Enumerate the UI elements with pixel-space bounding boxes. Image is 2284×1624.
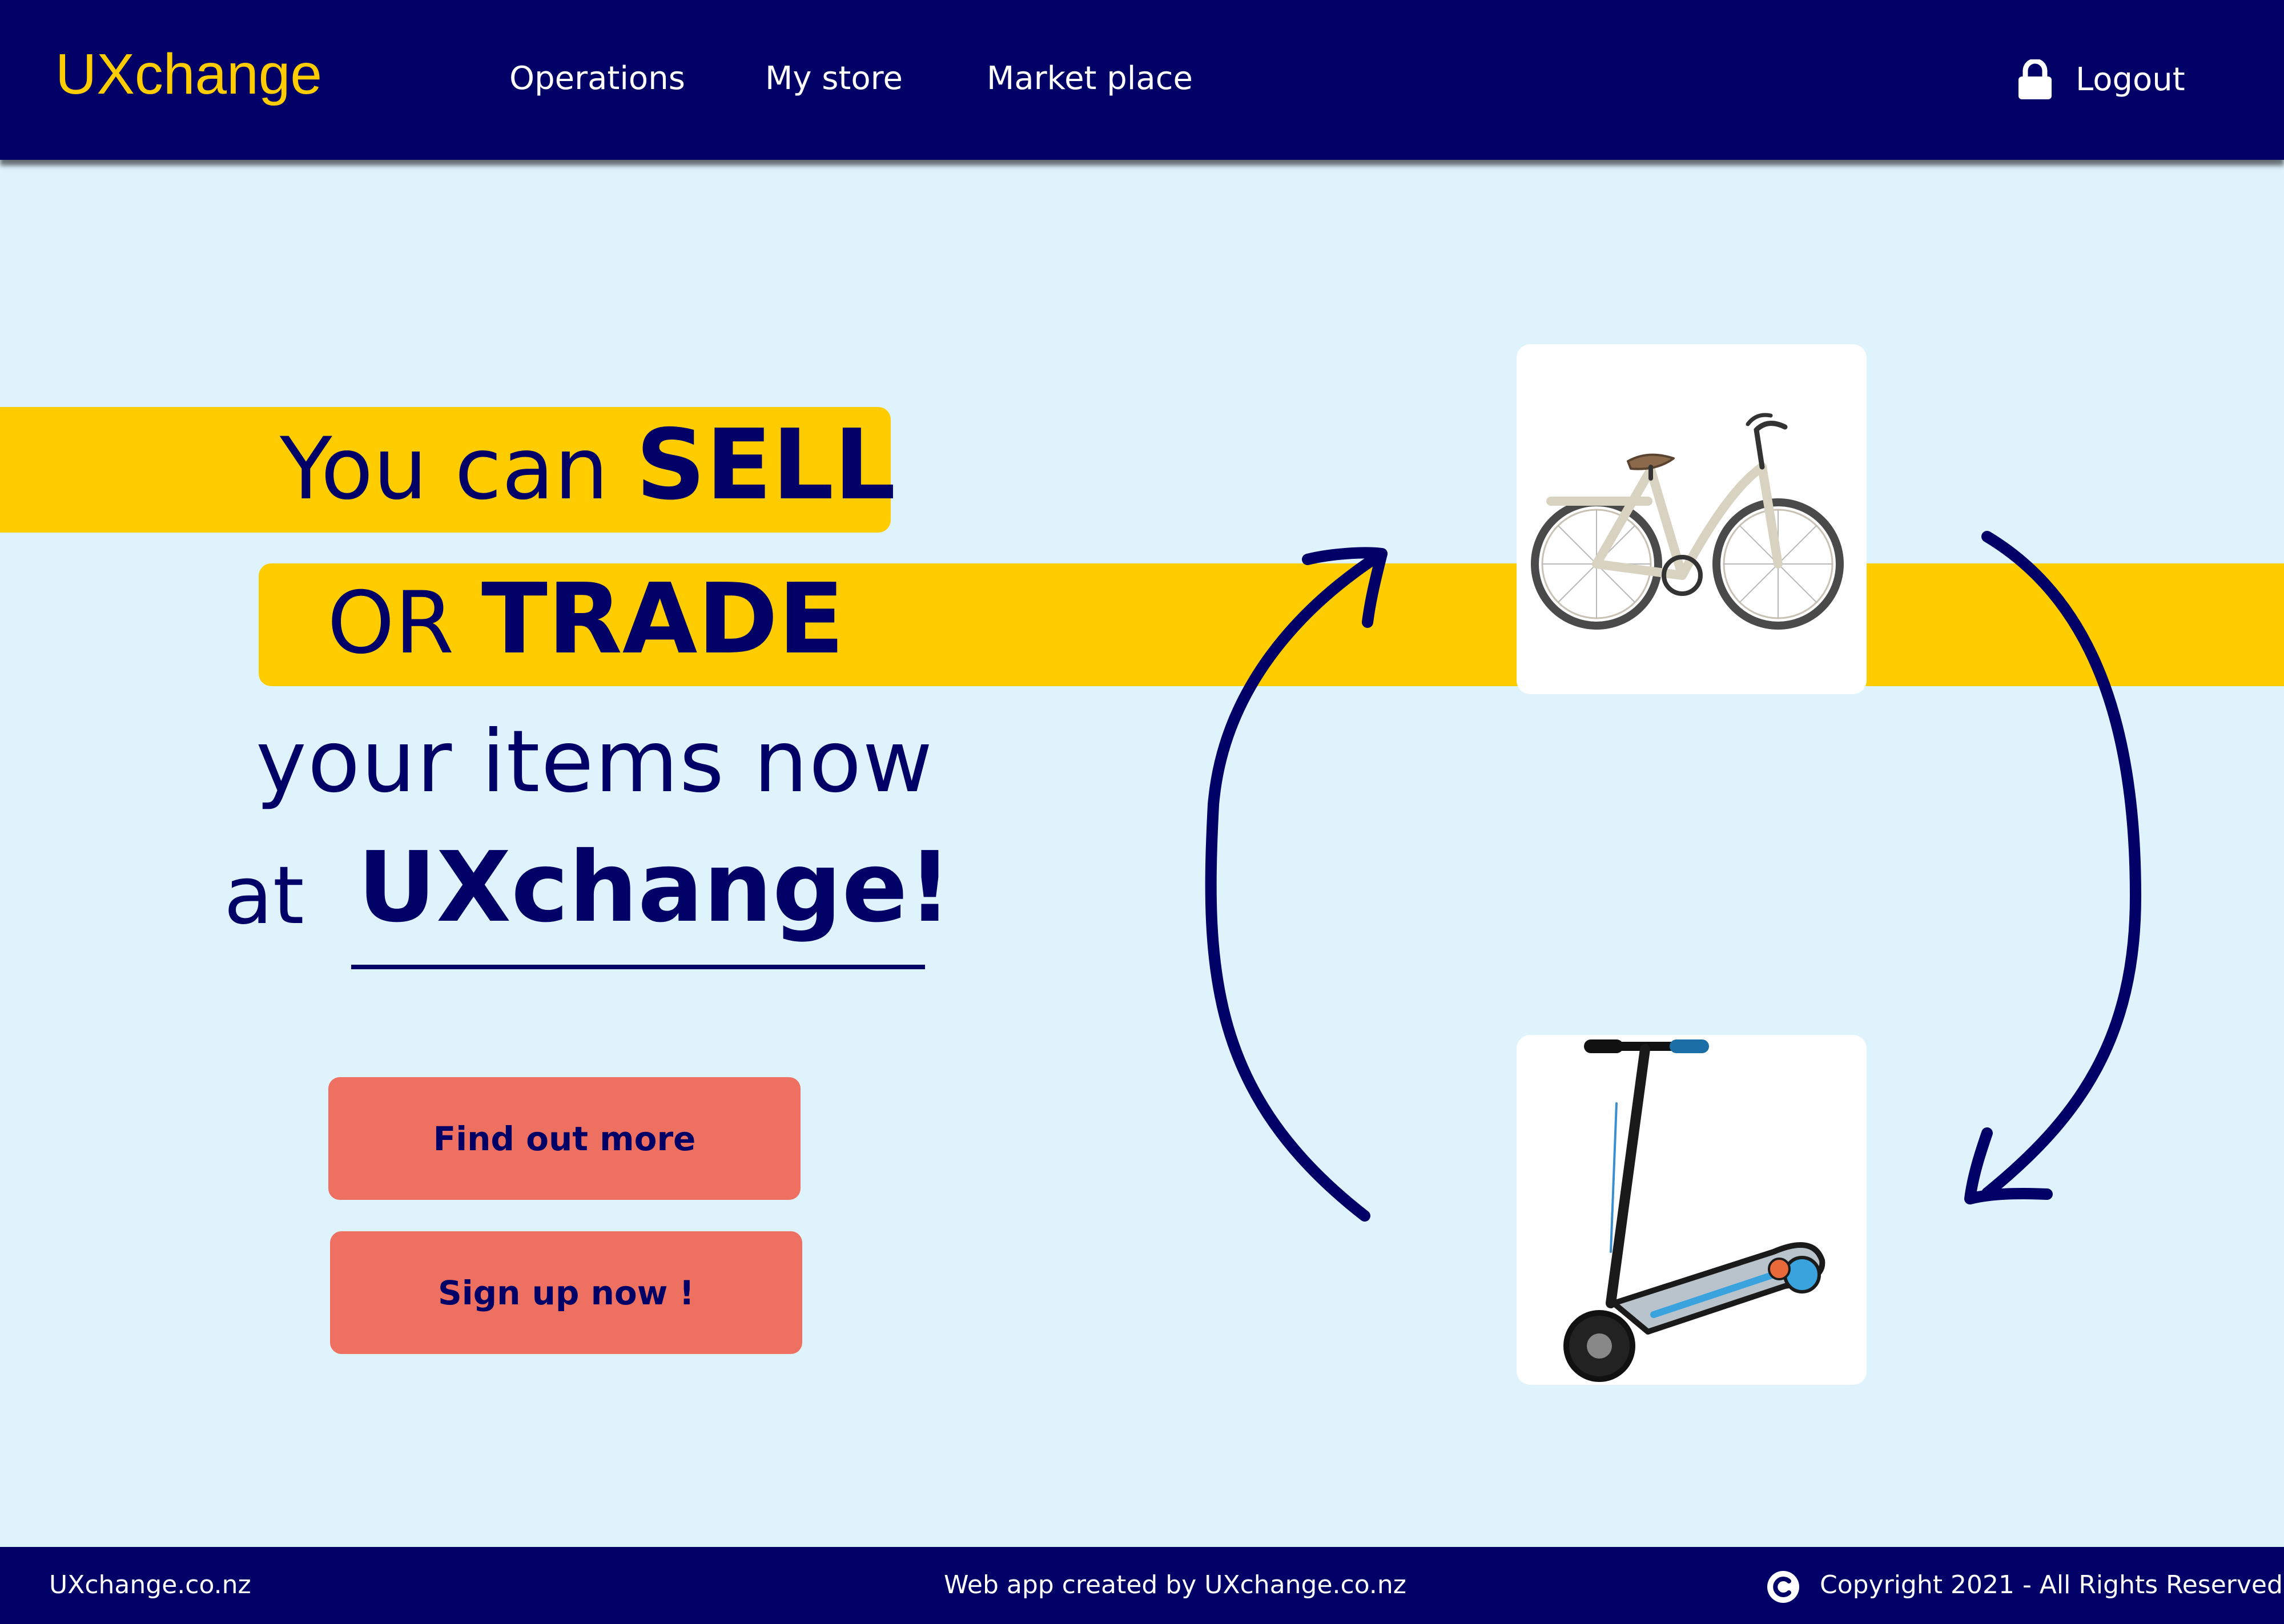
brand-underline [351, 965, 925, 969]
hero-line-items: your items now [256, 712, 934, 812]
hero-sell-word: SELL [636, 409, 896, 522]
arrowhead-down [1964, 1127, 2053, 1204]
logout-label: Logout [2076, 61, 2185, 98]
hero-line-trade: OR TRADE [327, 571, 845, 668]
brand-logo[interactable]: UXchange [55, 46, 322, 103]
trade-cycle-arrows [1205, 531, 2141, 1222]
scooter-card[interactable] [1517, 1035, 1867, 1385]
top-navbar: UXchange Operations My store Market plac… [0, 0, 2284, 160]
lock-icon [2018, 59, 2052, 99]
copyright-icon [1767, 1571, 1799, 1603]
hero-line-sell: You can SELL [280, 417, 896, 514]
bicycle-image [1531, 413, 1844, 630]
nav-operations[interactable]: Operations [509, 63, 685, 95]
logout-button[interactable]: Logout [2017, 57, 2185, 103]
footer-copyright: Copyright 2021 - All Rights Reserved [1820, 1570, 2283, 1599]
footer-credit: Web app created by UXchange.co.nz [944, 1570, 1406, 1599]
hero-line-at: at [224, 849, 304, 942]
footer-site-link[interactable]: UXchange.co.nz [49, 1573, 251, 1598]
nav-my-store[interactable]: My store [765, 63, 903, 95]
hero-line-sell-prefix: You can [280, 420, 636, 519]
hero-brand-name: UXchange! [357, 831, 952, 944]
footer: UXchange.co.nz Web app created by UXchan… [0, 1547, 2284, 1624]
hero-trade-word: TRADE [481, 563, 845, 676]
scooter-image [1563, 1039, 1825, 1382]
find-out-more-button[interactable]: Find out more [328, 1077, 801, 1200]
sign-up-button[interactable]: Sign up now ! [330, 1231, 802, 1354]
bicycle-card[interactable] [1517, 344, 1867, 694]
hero-line-trade-prefix: OR [327, 574, 481, 673]
nav-market-place[interactable]: Market place [987, 63, 1193, 95]
